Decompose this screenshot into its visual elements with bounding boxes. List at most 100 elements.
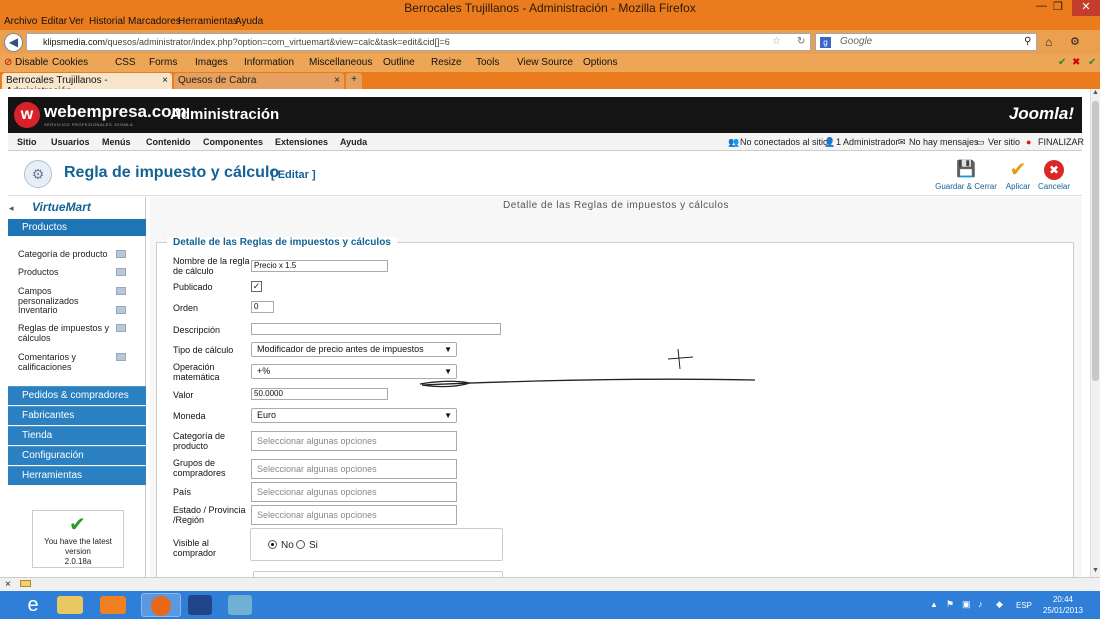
tray-arrow-icon[interactable]: ▲ — [930, 600, 938, 609]
collapse-sidebar-icon[interactable]: ◂ — [9, 203, 14, 214]
error-icon[interactable]: ✖ — [1072, 57, 1080, 68]
category-multiselect[interactable]: Seleccionar algunas opciones — [251, 431, 457, 451]
sidebar-cat-tienda[interactable]: Tienda — [8, 426, 146, 445]
wd-css[interactable]: CSS — [115, 57, 136, 68]
name-input[interactable]: Precio x 1.5 — [251, 260, 388, 272]
groups-multiselect[interactable]: Seleccionar algunas opciones — [251, 459, 457, 479]
wd-outline[interactable]: Outline — [383, 57, 415, 68]
new-tab-button[interactable]: + — [346, 73, 362, 89]
state-multiselect[interactable]: Seleccionar algunas opciones — [251, 505, 457, 525]
sidebar-item-campos[interactable]: Campos personalizados — [18, 286, 114, 306]
menu-ayuda[interactable]: Ayuda — [235, 16, 263, 27]
menu-editar[interactable]: Editar — [41, 16, 67, 27]
check-icon[interactable]: ✔ — [1058, 57, 1066, 68]
value-input[interactable]: 50.0000 — [251, 388, 388, 400]
radio-si[interactable] — [296, 540, 305, 549]
published-checkbox[interactable]: ✓ — [251, 281, 262, 292]
wifi-icon[interactable]: ◆ — [996, 599, 1003, 610]
country-multiselect[interactable]: Seleccionar algunas opciones — [251, 482, 457, 502]
scrollbar-thumb[interactable] — [1092, 101, 1099, 381]
clock-date: 25/01/2013 — [1042, 606, 1083, 615]
description-input[interactable] — [251, 323, 501, 335]
wd-tools[interactable]: Tools — [476, 57, 499, 68]
google-icon[interactable]: g — [820, 37, 831, 48]
sidebar-cat-fabricantes[interactable]: Fabricantes — [8, 406, 146, 425]
apply-button[interactable]: ✔ Aplicar — [1000, 160, 1036, 191]
wd-images[interactable]: Images — [195, 57, 228, 68]
reload-icon[interactable]: ↻ — [797, 36, 805, 47]
addon-icon[interactable] — [20, 580, 31, 587]
language-indicator[interactable]: ESP — [1016, 601, 1032, 610]
menu-historial[interactable]: Historial — [89, 16, 125, 27]
close-tab-icon[interactable]: × — [162, 75, 168, 86]
wd-miscellaneous[interactable]: Miscellaneous — [309, 57, 372, 68]
save-close-button[interactable]: 💾 Guardar & Cerrar — [932, 160, 1000, 191]
menu-usuarios[interactable]: Usuarios — [51, 137, 90, 147]
menu-ayuda-admin[interactable]: Ayuda — [340, 137, 367, 147]
url-bar[interactable]: klipsmedia.com/quesos/administrator/inde… — [26, 33, 811, 51]
scroll-down-icon[interactable]: ▼ — [1092, 567, 1099, 574]
calculator-taskbar-icon[interactable] — [188, 595, 212, 615]
addon-icon[interactable]: ⚙ — [1070, 35, 1080, 48]
home-icon[interactable]: ⌂ — [1045, 35, 1052, 49]
menu-componentes[interactable]: Componentes — [203, 137, 263, 147]
volume-icon[interactable]: ♪ — [978, 599, 983, 609]
folder-icon[interactable] — [57, 596, 83, 614]
check-icon[interactable]: ✔ — [1088, 57, 1096, 68]
menu-marcadores[interactable]: Marcadores — [128, 16, 181, 27]
currency-select[interactable]: Euro ▼ — [251, 408, 457, 423]
menu-ver[interactable]: Ver — [69, 16, 84, 27]
close-window-icon[interactable]: ✕ — [1072, 0, 1100, 16]
minimize-icon[interactable]: — — [1036, 0, 1047, 12]
cancel-button[interactable]: ✖ Cancelar — [1036, 160, 1072, 191]
close-tab-icon[interactable]: × — [334, 75, 340, 86]
wd-information[interactable]: Information — [244, 57, 294, 68]
sidebar-item-comentarios[interactable]: Comentarios y calificaciones — [18, 352, 98, 372]
order-input[interactable]: 0 — [251, 301, 274, 313]
menu-extensiones[interactable]: Extensiones — [275, 137, 328, 147]
menu-contenido[interactable]: Contenido — [146, 137, 191, 147]
tab-quesos[interactable]: Quesos de Cabra × — [174, 73, 344, 89]
menu-archivo[interactable]: Archivo — [4, 16, 37, 27]
bookmark-star-icon[interactable]: ☆ — [772, 36, 781, 47]
search-input[interactable]: Google — [815, 33, 1037, 51]
wd-disable[interactable]: Disable — [15, 57, 48, 68]
radio-no[interactable] — [268, 540, 277, 549]
sidebar-item-productos[interactable]: Productos — [18, 267, 114, 277]
menu-sitio[interactable]: Sitio — [17, 137, 37, 147]
restore-icon[interactable]: ❐ — [1053, 0, 1063, 13]
sidebar-item-categoria[interactable]: Categoría de producto — [18, 249, 114, 259]
back-icon[interactable]: ◀ — [4, 33, 23, 52]
firefox-taskbar-icon[interactable] — [141, 593, 181, 617]
close-addon-bar-icon[interactable]: × — [5, 579, 11, 590]
sidebar-cat-pedidos[interactable]: Pedidos & compradores — [8, 386, 146, 405]
status-admins: 1 Administrador — [836, 137, 899, 147]
menu-herramientas[interactable]: Herramientas — [178, 16, 238, 27]
wd-cookies[interactable]: Cookies — [52, 57, 88, 68]
tab-berrocales[interactable]: Berrocales Trujillanos - Administración … — [2, 73, 172, 97]
scroll-up-icon[interactable]: ▲ — [1092, 89, 1099, 96]
logout-link[interactable]: FINALIZAR — [1038, 137, 1084, 147]
wd-resize[interactable]: Resize — [431, 57, 462, 68]
page-scrollbar[interactable]: ▲ ▼ — [1090, 89, 1100, 577]
status-messages[interactable]: No hay mensajes — [909, 137, 979, 147]
sidebar-cat-herramientas[interactable]: Herramientas — [8, 466, 146, 485]
wd-view-source[interactable]: View Source — [517, 57, 573, 68]
wd-forms[interactable]: Forms — [149, 57, 177, 68]
view-site-link[interactable]: Ver sitio — [988, 137, 1020, 147]
search-icon[interactable]: ⚲ — [1024, 36, 1031, 47]
tab-label: Quesos de Cabra — [178, 75, 257, 86]
ie-icon[interactable]: e — [18, 593, 48, 617]
sidebar-cat-configuracion[interactable]: Configuración — [8, 446, 146, 465]
wd-options[interactable]: Options — [583, 57, 617, 68]
user-icon: 👤 — [824, 137, 836, 147]
network-tray-icon[interactable]: ▣ — [962, 599, 971, 610]
paint-icon[interactable] — [228, 595, 252, 615]
flag-icon[interactable]: ⚑ — [946, 599, 954, 610]
clock[interactable]: 20:44 25/01/2013 — [1043, 594, 1083, 616]
sidebar-item-reglas[interactable]: Reglas de impuestos y cálculos — [18, 323, 110, 343]
sidebar-section-productos[interactable]: Productos — [8, 219, 146, 236]
media-player-icon[interactable] — [100, 596, 126, 614]
sidebar-item-inventario[interactable]: Inventario — [18, 305, 114, 315]
menu-menus[interactable]: Menús — [102, 137, 131, 147]
